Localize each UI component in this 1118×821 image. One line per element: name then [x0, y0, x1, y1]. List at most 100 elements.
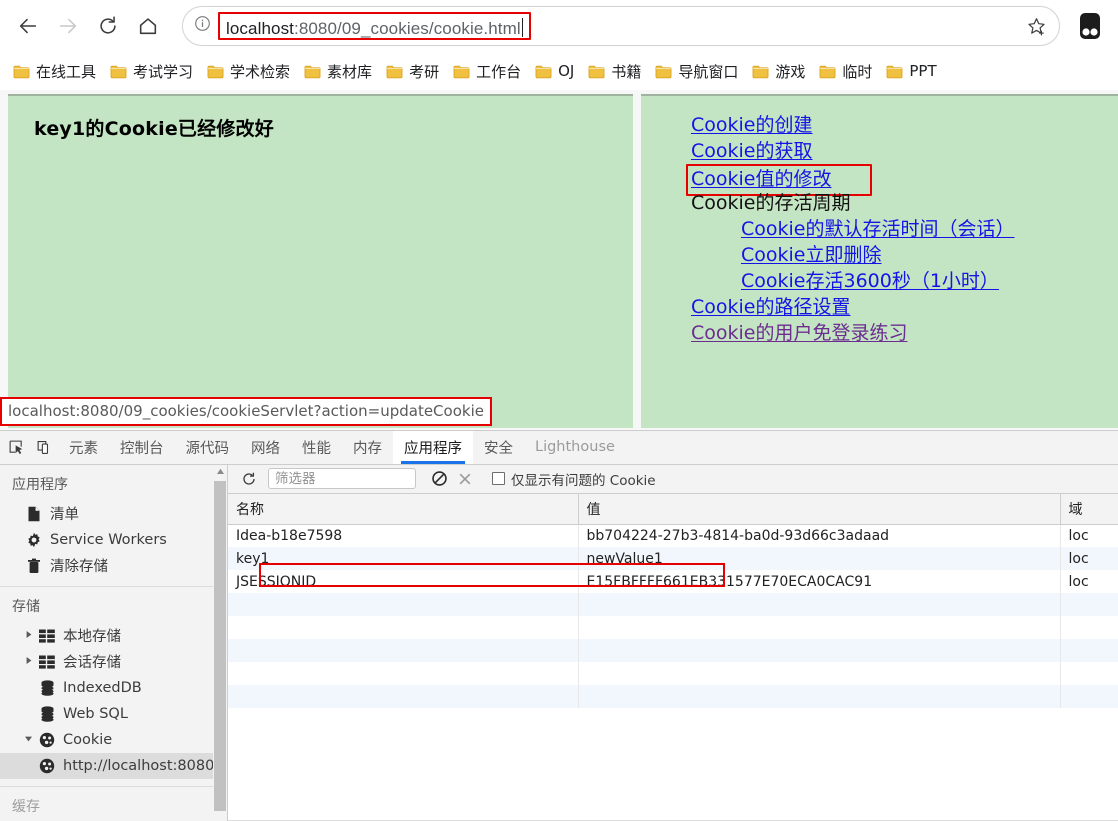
page-link[interactable]: Cookie值的修改 — [691, 168, 832, 190]
empty-cell — [1060, 639, 1118, 663]
sidebar-item-web-sql[interactable]: Web SQL — [0, 701, 227, 727]
cookie-value-cell[interactable]: bb704224-27b3-4814-ba0d-93d66c3adaad — [578, 524, 1061, 548]
bookmark-label: 考试学习 — [133, 62, 194, 81]
chevron-down-icon[interactable] — [24, 734, 37, 746]
table-row[interactable]: Idea-b18e7598 bb704224-27b3-4814-ba0d-93d… — [228, 524, 1118, 548]
document-icon — [24, 506, 44, 522]
sidebar-item-[interactable]: 本地存储 — [0, 623, 227, 649]
extension-icon — [1080, 13, 1100, 39]
sidebar-scrollbar-thumb[interactable] — [214, 480, 226, 811]
refresh-cookies-button[interactable] — [236, 467, 262, 491]
grid-icon — [37, 655, 57, 669]
bookmark-label: 导航窗口 — [678, 62, 739, 81]
page-link[interactable]: Cookie的用户免登录练习 — [691, 322, 908, 344]
devtools-sidebar: 应用程序 清单 Service Workers 清除存储 存储 本地存储 会话存储 In… — [0, 464, 228, 821]
bookmark-star-button[interactable] — [1019, 9, 1053, 43]
forward-button[interactable] — [48, 6, 88, 46]
clear-all-cookies-button[interactable] — [426, 467, 452, 491]
back-arrow-icon — [19, 18, 37, 34]
sidebar-item-service-workers[interactable]: Service Workers — [0, 527, 227, 553]
devtools-tab[interactable]: Lighthouse — [524, 431, 626, 464]
delete-selected-cookie-button[interactable] — [452, 467, 478, 491]
link-row: Cookie值的修改 — [686, 164, 1111, 196]
link-status-bubble: localhost:8080/09_cookies/cookieServlet?… — [0, 397, 492, 426]
bookmark-item[interactable]: 学术检索 — [200, 57, 297, 85]
devtools-tab[interactable]: 内存 — [342, 431, 393, 464]
bookmark-item[interactable]: 在线工具 — [6, 57, 103, 85]
table-empty-row — [228, 616, 1118, 640]
sidebar-item-http-localhost-8080[interactable]: http://localhost:8080 — [0, 752, 227, 779]
device-toolbar-button[interactable] — [30, 431, 58, 464]
page-link[interactable]: Cookie的获取 — [691, 140, 813, 162]
empty-cell — [1060, 662, 1118, 686]
grid-icon — [37, 629, 57, 643]
empty-cell — [228, 662, 579, 686]
page-frame-right: Cookie的创建 Cookie的获取 Cookie值的修改 Cookie的存活周期 C… — [641, 94, 1118, 428]
filter-input[interactable] — [268, 468, 416, 490]
table-row[interactable]: key1 newValue1 loc — [228, 547, 1118, 571]
home-icon — [139, 18, 157, 35]
devtools-tab[interactable]: 性能 — [291, 431, 342, 464]
cookie-value-cell[interactable]: newValue1 — [578, 547, 1061, 571]
bookmark-item[interactable]: 考试学习 — [103, 57, 200, 85]
table-row[interactable]: JSESSIONID E15FBFFFF661EB331577E70ECA0CAC… — [228, 570, 1118, 594]
devtools-tab[interactable]: 控制台 — [109, 431, 175, 464]
sidebar-item-indexeddb[interactable]: IndexedDB — [0, 675, 227, 701]
reload-icon — [100, 16, 116, 34]
bookmark-item[interactable]: 考研 — [379, 57, 446, 85]
cookie-name-cell[interactable]: Idea-b18e7598 — [228, 524, 579, 548]
sidebar-item-cookie[interactable]: Cookie — [0, 727, 227, 753]
folder-icon — [752, 65, 769, 78]
devtools-tab[interactable]: 源代码 — [175, 431, 241, 464]
page-link[interactable]: Cookie立即删除 — [741, 244, 882, 266]
bookmark-item[interactable]: 书籍 — [581, 57, 648, 85]
sidebar-item-[interactable]: 清单 — [0, 501, 227, 527]
home-button[interactable] — [128, 6, 168, 46]
devtools-tab-bar: 元素 控制台 源代码 网络 性能 内存 应用程序 安全 Lighthouse — [0, 431, 1118, 465]
extension-profile-button[interactable] — [1070, 4, 1110, 48]
site-info-icon[interactable] — [193, 14, 212, 38]
column-header-value[interactable]: 值 — [578, 493, 1061, 525]
bookmark-item[interactable]: PPT — [879, 57, 943, 85]
bookmark-item[interactable]: 临时 — [812, 57, 879, 85]
column-header-name[interactable]: 名称 — [228, 493, 579, 525]
devtools-tab[interactable]: 安全 — [473, 431, 524, 464]
only-show-problem-cookies-checkbox[interactable]: 仅显示有问题的 Cookie — [492, 469, 656, 489]
cookie-name-cell[interactable]: JSESSIONID — [228, 570, 579, 594]
page-message-text: key1的Cookie已经修改好 — [34, 118, 274, 140]
page-link[interactable]: Cookie的默认存活时间（会话） — [741, 218, 1015, 240]
address-bar[interactable]: localhost:8080/09_cookies/cookie.html — [182, 6, 1060, 46]
sidebar-scrollbar[interactable] — [213, 464, 227, 821]
reload-button[interactable] — [88, 6, 128, 46]
chevron-right-icon[interactable] — [24, 630, 37, 642]
empty-cell — [578, 685, 1061, 709]
page-link[interactable]: Cookie的创建 — [691, 114, 813, 136]
cookie-domain-cell[interactable]: loc — [1060, 524, 1118, 548]
table-header-row: 名称 值 域 — [228, 493, 1118, 525]
chevron-right-icon[interactable] — [24, 656, 37, 668]
page-link[interactable]: Cookie存活3600秒（1小时） — [741, 270, 999, 292]
back-button[interactable] — [8, 6, 48, 46]
cookie-name-cell[interactable]: key1 — [228, 547, 579, 571]
devtools-tab[interactable]: 元素 — [58, 431, 109, 464]
bookmark-item[interactable]: 导航窗口 — [648, 57, 745, 85]
column-header-domain[interactable]: 域 — [1060, 493, 1118, 525]
link-row: Cookie的获取 — [691, 138, 1111, 164]
devtools-tab[interactable]: 应用程序 — [393, 431, 473, 464]
sidebar-item-[interactable]: 清除存储 — [0, 553, 227, 579]
cookie-value-cell[interactable]: E15FBFFFF661EB331577E70ECA0CAC91 — [578, 570, 1061, 594]
devtools-tab[interactable]: 网络 — [240, 431, 291, 464]
page-link[interactable]: Cookie的路径设置 — [691, 296, 851, 318]
bookmark-item[interactable]: 工作台 — [446, 57, 528, 85]
cookies-toolbar: 仅显示有问题的 Cookie — [228, 464, 1118, 494]
cookie-domain-cell[interactable]: loc — [1060, 570, 1118, 594]
inspect-element-button[interactable] — [2, 431, 30, 464]
bookmark-item[interactable]: 游戏 — [745, 57, 812, 85]
bookmark-item[interactable]: OJ — [528, 57, 581, 85]
bookmark-item[interactable]: 素材库 — [297, 57, 379, 85]
gear-icon — [24, 532, 44, 548]
checkbox-box[interactable] — [492, 472, 505, 486]
sidebar-item-[interactable]: 会话存储 — [0, 649, 227, 675]
scroll-up-arrow-icon[interactable] — [213, 465, 227, 479]
cookie-domain-cell[interactable]: loc — [1060, 547, 1118, 571]
